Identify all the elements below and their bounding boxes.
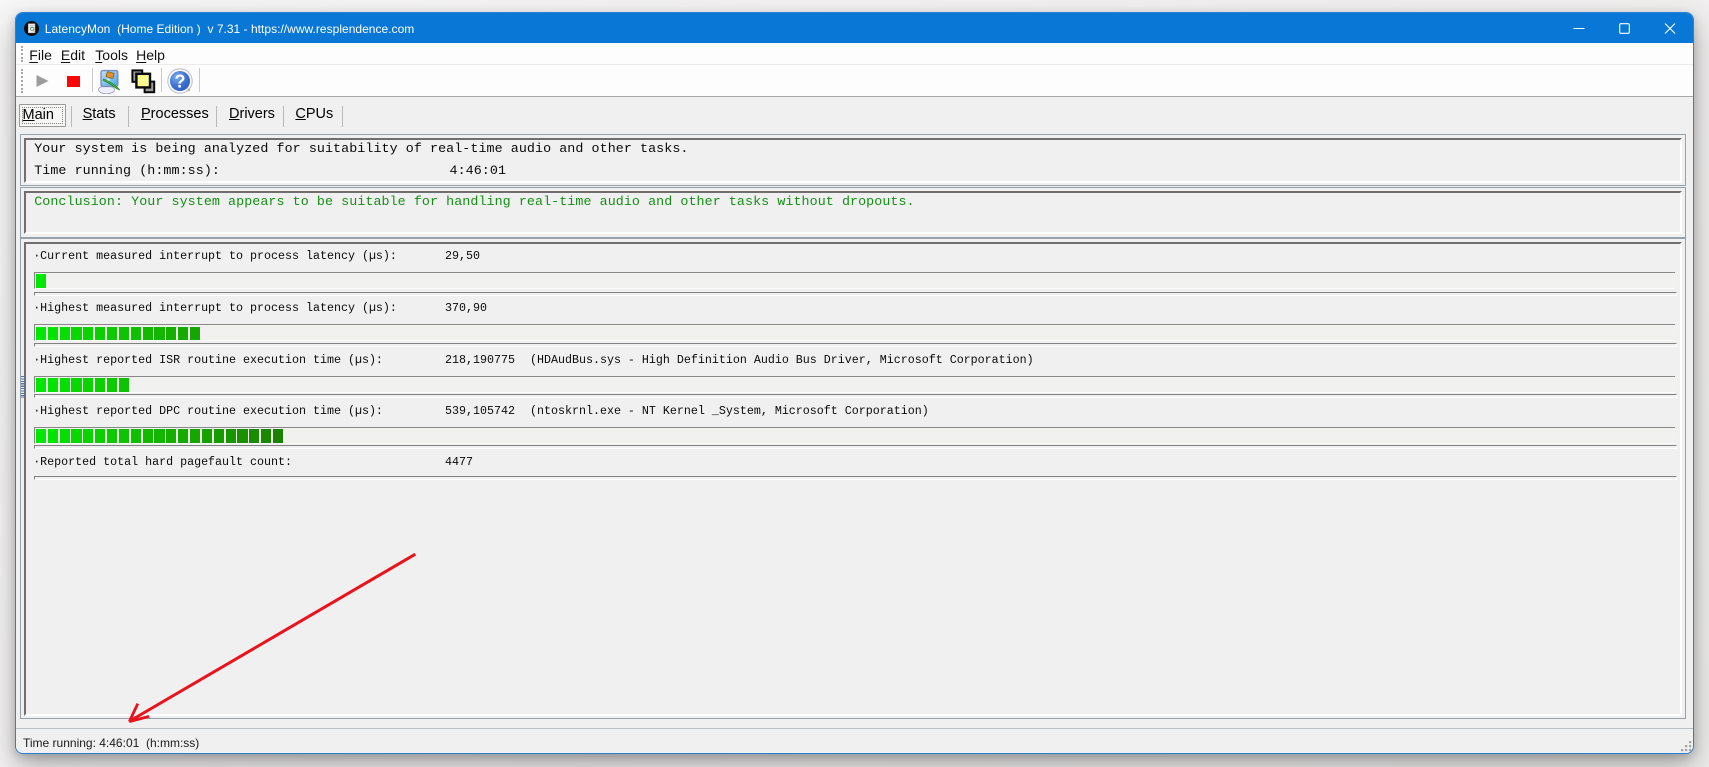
svg-text:?: ?	[175, 72, 186, 92]
